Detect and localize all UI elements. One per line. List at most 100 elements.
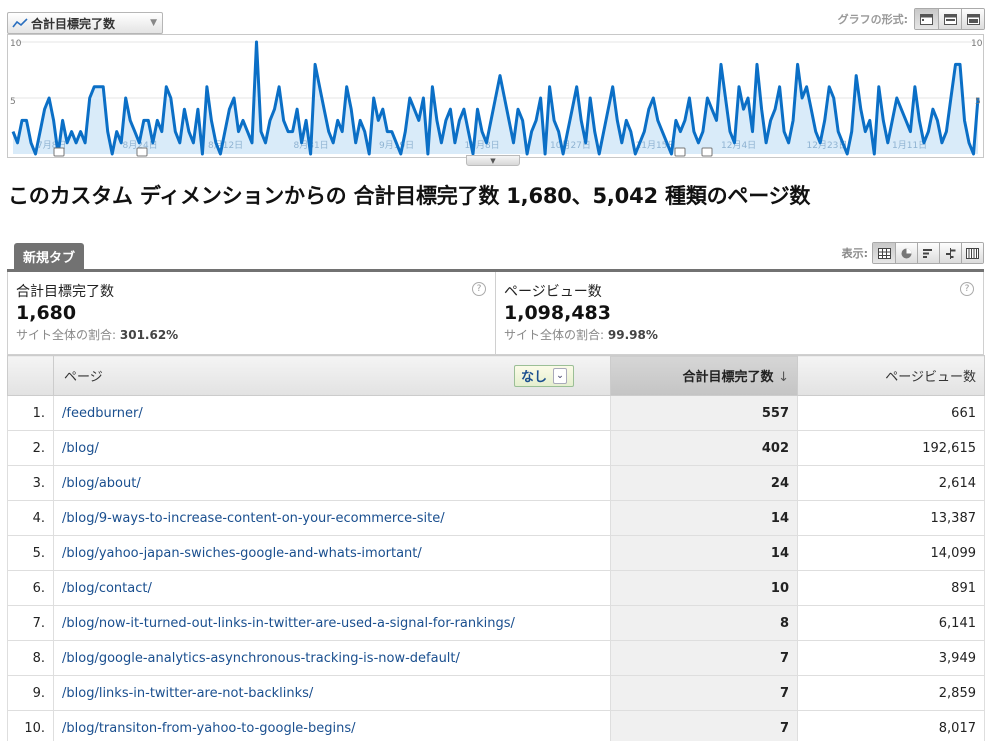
column-header-page-label: ページ — [64, 370, 103, 385]
row-index: 5. — [7, 535, 54, 571]
summary-value: 1,098,483 — [504, 302, 611, 324]
view-toolbar: 表示: — [842, 242, 984, 264]
row-goal-completions: 7 — [610, 675, 798, 711]
secondary-dimension-select[interactable]: なし ⌄ — [514, 364, 574, 387]
table-row: 10. /blog/transiton-from-yahoo-to-google-… — [7, 710, 985, 741]
row-index: 4. — [7, 500, 54, 536]
row-pageviews: 6,141 — [797, 605, 985, 641]
view-buttons — [872, 242, 984, 264]
table-row: 1. /feedburner/557 661 — [7, 395, 985, 431]
row-index: 10. — [7, 710, 54, 741]
row-goal-completions: 10 — [610, 570, 798, 606]
row-goal-completions: 14 — [610, 535, 798, 571]
help-icon[interactable]: ? — [472, 282, 486, 296]
column-header-page[interactable]: ページ なし ⌄ — [53, 355, 611, 396]
row-pageviews: 13,387 — [797, 500, 985, 536]
row-goal-completions: 8 — [610, 605, 798, 641]
summary-pageviews: ページビュー数 1,098,483 サイト全体の割合: 99.98% ? — [495, 272, 983, 354]
table-row: 7. /blog/now-it-turned-out-links-in-twitt… — [7, 605, 985, 641]
column-header-goal-completions[interactable]: 合計目標完了数 ↓ — [610, 355, 798, 396]
view-pie-button[interactable] — [895, 243, 917, 263]
summary-site-share: サイト全体の割合: 99.98% — [504, 326, 976, 343]
report-headline: このカスタム ディメンションからの 合計目標完了数 1,680、5,042 種類… — [8, 184, 811, 208]
tab-new-label: 新規タブ — [23, 251, 76, 266]
chevron-updown-icon: ⌄ — [553, 367, 568, 384]
row-page-link[interactable]: /blog/9-ways-to-increase-content-on-your… — [62, 511, 445, 526]
table-row: 9. /blog/links-in-twitter-are-not-backlin… — [7, 675, 985, 711]
annotation-marker-icon[interactable] — [701, 147, 713, 157]
view-table-button[interactable] — [873, 243, 895, 263]
tab-new[interactable]: 新規タブ — [14, 243, 85, 270]
row-page-link[interactable]: /blog/now-it-turned-out-links-in-twitter… — [62, 616, 515, 631]
row-index: 6. — [7, 570, 54, 606]
view-comparison-button[interactable] — [939, 243, 961, 263]
y-axis-label-right-max: 10 — [971, 39, 983, 49]
row-index: 2. — [7, 430, 54, 466]
row-page-link[interactable]: /blog/google-analytics-asynchronous-trac… — [62, 651, 460, 666]
summary-title: 合計目標完了数 — [16, 284, 114, 300]
table-header-row: ページ なし ⌄ 合計目標完了数 ↓ ページビュー数 — [7, 355, 985, 396]
row-pageviews: 8,017 — [797, 710, 985, 741]
summary-site-share-label: サイト全体の割合: — [16, 328, 117, 342]
calendar-week-icon — [943, 13, 957, 25]
graph-mode-month-button[interactable] — [961, 9, 984, 29]
page-report-table: ページ なし ⌄ 合計目標完了数 ↓ ページビュー数 1. /feedburner… — [7, 355, 985, 741]
row-page: /blog/now-it-turned-out-links-in-twitter… — [53, 605, 611, 641]
row-pageviews: 661 — [797, 395, 985, 431]
row-index: 3. — [7, 465, 54, 501]
row-page-link[interactable]: /blog/links-in-twitter-are-not-backlinks… — [62, 686, 313, 701]
table-row: 8. /blog/google-analytics-asynchronous-tr… — [7, 640, 985, 676]
row-page-link[interactable]: /feedburner/ — [62, 406, 143, 421]
row-page: /blog/yahoo-japan-swiches-google-and-wha… — [53, 535, 611, 571]
row-pageviews: 2,614 — [797, 465, 985, 501]
view-pivot-button[interactable] — [961, 243, 983, 263]
row-page: /blog/transiton-from-yahoo-to-google-beg… — [53, 710, 611, 741]
row-page-link[interactable]: /blog/contact/ — [62, 581, 152, 596]
graph-mode-toolbar: グラフの形式: — [838, 8, 985, 30]
row-pageviews: 14,099 — [797, 535, 985, 571]
row-goal-completions: 24 — [610, 465, 798, 501]
row-goal-completions: 7 — [610, 710, 798, 741]
help-icon[interactable]: ? — [960, 282, 974, 296]
annotation-marker-icon[interactable] — [53, 147, 65, 157]
graph-resize-handle[interactable]: ▼ — [466, 155, 520, 166]
graph-mode-day-button[interactable] — [915, 9, 938, 29]
column-header-index — [7, 355, 54, 396]
summary-panel: 合計目標完了数 1,680 サイト全体の割合: 301.62% ? ページビュー… — [7, 272, 984, 355]
row-page-link[interactable]: /blog/yahoo-japan-swiches-google-and-wha… — [62, 546, 422, 561]
summary-site-share-label: サイト全体の割合: — [504, 328, 605, 342]
row-page-link[interactable]: /blog/about/ — [62, 476, 141, 491]
graph-mode-week-button[interactable] — [938, 9, 961, 29]
x-tick-label: 12月4日 — [721, 140, 756, 151]
table-row: 3. /blog/about/24 2,614 — [7, 465, 985, 501]
bar-chart-icon — [923, 248, 932, 258]
row-goal-completions: 402 — [610, 430, 798, 466]
row-goal-completions: 557 — [610, 395, 798, 431]
comparison-icon — [946, 247, 956, 259]
row-page-link[interactable]: /blog/transiton-from-yahoo-to-google-beg… — [62, 721, 356, 736]
annotation-marker-icon[interactable] — [674, 147, 686, 157]
x-tick-label: 1月11日 — [892, 140, 927, 151]
metric-select-label: 合計目標完了数 — [31, 16, 116, 31]
summary-site-share-value: 99.98% — [607, 328, 658, 342]
row-index: 8. — [7, 640, 54, 676]
secondary-dimension-value: なし — [521, 370, 548, 385]
summary-site-share: サイト全体の割合: 301.62% — [16, 326, 488, 343]
sort-descending-icon: ↓ — [778, 370, 789, 385]
table-row: 2. /blog/402 192,615 — [7, 430, 985, 466]
table-row: 4. /blog/9-ways-to-increase-content-on-yo… — [7, 500, 985, 536]
metric-select[interactable]: 合計目標完了数 ▼ — [7, 12, 163, 34]
row-page: /blog/contact/ — [53, 570, 611, 606]
row-goal-completions: 7 — [610, 640, 798, 676]
row-index: 7. — [7, 605, 54, 641]
column-header-pageviews[interactable]: ページビュー数 — [797, 355, 985, 396]
view-bar-button[interactable] — [917, 243, 939, 263]
calendar-month-icon — [966, 13, 980, 25]
annotation-marker-icon[interactable] — [136, 147, 148, 157]
pie-chart-icon — [901, 248, 912, 258]
row-page: /feedburner/ — [53, 395, 611, 431]
y-axis-label-right-mid: 5 — [975, 97, 981, 107]
summary-title: ページビュー数 — [504, 284, 602, 300]
row-page-link[interactable]: /blog/ — [62, 441, 99, 456]
graph-mode-label: グラフの形式: — [837, 13, 908, 26]
